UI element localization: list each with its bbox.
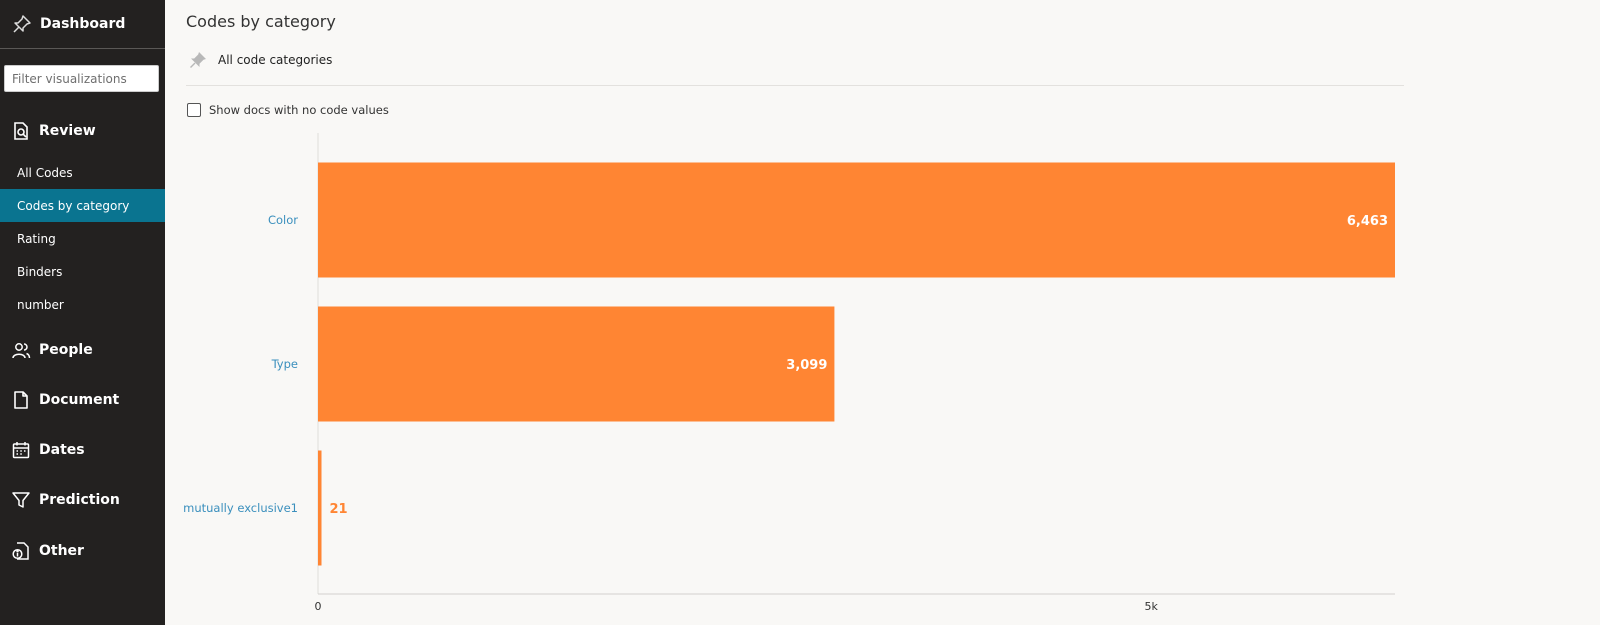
bar-1[interactable] (318, 306, 835, 422)
category-label[interactable]: Type (271, 357, 298, 371)
x-tick-label: 0 (315, 600, 322, 613)
value-label: 21 (329, 502, 347, 517)
category-label[interactable]: Color (268, 213, 298, 227)
category-label[interactable]: mutually exclusive1 (183, 501, 298, 515)
bar-2[interactable] (318, 450, 322, 566)
value-label: 6,463 (1347, 214, 1388, 229)
value-label: 3,099 (786, 358, 827, 373)
codes-by-category-chart: Color 6,463 Type 3,099 mutually exclusive1 21… (183, 133, 1395, 613)
x-tick-label: 5k (1145, 600, 1159, 613)
bar-0[interactable] (318, 162, 1395, 278)
